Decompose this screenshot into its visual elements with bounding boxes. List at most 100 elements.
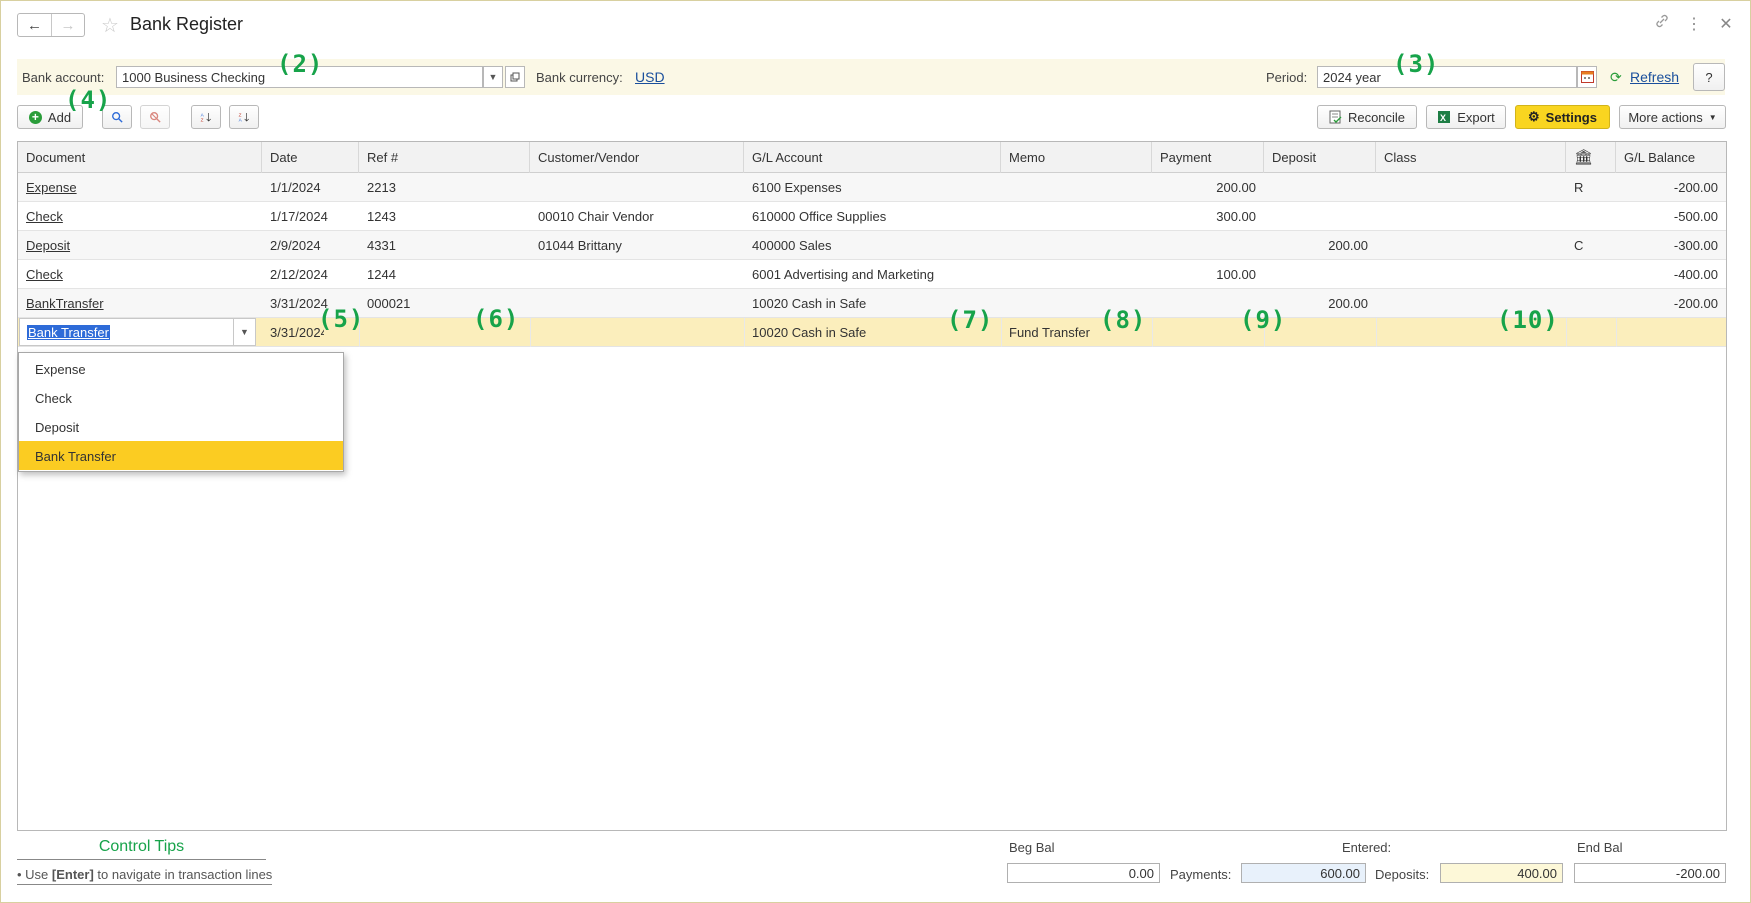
table-row[interactable]: Deposit 2/9/2024 4331 01044 Brittany 400… <box>18 231 1726 260</box>
sort-ascending-button[interactable]: AZ <box>191 105 221 129</box>
chevron-down-icon: ▼ <box>488 72 498 82</box>
reconcile-status-cell <box>1566 202 1616 231</box>
annotation-marker-6: (6) <box>473 305 520 333</box>
settings-button[interactable]: ⚙ Settings <box>1515 105 1610 129</box>
class-cell <box>1376 231 1566 260</box>
sort-descending-button[interactable]: ZA <box>229 105 259 129</box>
close-icon[interactable]: ✕ <box>1718 14 1734 34</box>
dropdown-option-bank-transfer[interactable]: Bank Transfer <box>19 441 343 470</box>
customer-cell <box>530 289 744 318</box>
more-options-icon[interactable]: ⋮ <box>1686 14 1702 34</box>
help-button[interactable]: ? <box>1693 63 1725 91</box>
chevron-down-icon: ▼ <box>240 327 249 337</box>
document-link[interactable]: Check <box>18 202 262 231</box>
bank-register-window: ← → ☆ Bank Register ⋮ ✕ Bank account: 10… <box>0 0 1751 903</box>
active-edit-row[interactable]: Bank Transfer ▼ 3/31/2024 10020 Cash in … <box>18 318 1726 347</box>
payment-cell: 200.00 <box>1216 180 1256 195</box>
svg-text:A: A <box>201 112 205 117</box>
customer-cell: 00010 Chair Vendor <box>538 209 654 224</box>
beg-bal-label: Beg Bal <box>1009 840 1055 855</box>
favorite-star-icon[interactable]: ☆ <box>101 13 119 38</box>
tips-suffix: to navigate in transaction lines <box>93 867 273 882</box>
document-link[interactable]: Expense <box>18 173 262 202</box>
deposit-cell: 200.00 <box>1328 238 1368 253</box>
forward-button[interactable]: → <box>51 14 84 36</box>
header-gl-account[interactable]: G/L Account <box>744 142 1001 173</box>
table-row[interactable]: Check 2/12/2024 1244 6001 Advertising an… <box>18 260 1726 289</box>
customer-cell <box>530 260 744 289</box>
date-cell: 1/1/2024 <box>270 180 321 195</box>
gear-icon: ⚙ <box>1528 109 1540 124</box>
gl-balance-cell: -200.00 <box>1673 296 1718 311</box>
annotation-marker-5: (5) <box>318 305 365 333</box>
add-plus-icon: + <box>28 110 42 124</box>
memo-cell <box>1001 231 1152 260</box>
reconcile-status-cell: C <box>1574 238 1584 253</box>
bank-currency-link[interactable]: USD <box>635 69 665 85</box>
gl-account-cell: 6001 Advertising and Marketing <box>752 267 935 282</box>
header-document[interactable]: Document <box>18 142 262 173</box>
date-cell: 1/17/2024 <box>270 209 328 224</box>
reconcile-button[interactable]: Reconcile <box>1317 105 1417 129</box>
document-link[interactable]: Check <box>18 260 262 289</box>
chevron-down-icon: ▼ <box>1708 112 1717 122</box>
table-row[interactable]: BankTransfer 3/31/2024 000021 10020 Cash… <box>18 289 1726 318</box>
header-customer-vendor[interactable]: Customer/Vendor <box>530 142 744 173</box>
payment-cell: 100.00 <box>1216 267 1256 282</box>
refresh-link[interactable]: Refresh <box>1630 69 1679 85</box>
header-date[interactable]: Date <box>262 142 359 173</box>
header-ref[interactable]: Ref # <box>359 142 530 173</box>
header-payment[interactable]: Payment <box>1152 142 1264 173</box>
document-link[interactable]: Deposit <box>18 231 262 260</box>
deposit-cell <box>1264 202 1376 231</box>
reconcile-icon <box>1329 110 1342 124</box>
document-type-selected-text[interactable]: Bank Transfer <box>27 325 110 340</box>
date-cell[interactable]: 3/31/2024 <box>262 318 324 347</box>
export-button[interactable]: X Export <box>1426 105 1506 129</box>
reconcile-status-cell <box>1566 260 1616 289</box>
dropdown-option-deposit[interactable]: Deposit <box>19 412 343 441</box>
reconcile-status-cell[interactable] <box>1566 318 1616 347</box>
gl-balance-cell: -300.00 <box>1673 238 1718 253</box>
document-type-dropdown-button[interactable]: ▼ <box>233 319 255 345</box>
dropdown-option-check[interactable]: Check <box>19 383 343 412</box>
ref-cell: 1244 <box>367 267 396 282</box>
ref-cell: 1243 <box>367 209 396 224</box>
header-deposit[interactable]: Deposit <box>1264 142 1376 173</box>
gl-balance-cell: -400.00 <box>1673 267 1718 282</box>
more-actions-label: More actions <box>1628 109 1703 125</box>
settings-button-label: Settings <box>1545 109 1597 125</box>
period-field[interactable]: 2024 year <box>1317 66 1577 88</box>
dropdown-option-expense[interactable]: Expense <box>19 354 343 383</box>
back-button[interactable]: ← <box>18 14 51 36</box>
clear-search-button[interactable] <box>140 105 170 129</box>
payment-cell <box>1152 231 1264 260</box>
customer-cell[interactable] <box>530 318 744 347</box>
ref-cell: 4331 <box>367 238 396 253</box>
refresh-icon: ⟳ <box>1610 69 1622 85</box>
document-link[interactable]: BankTransfer <box>18 289 262 318</box>
gl-account-cell: 6100 Expenses <box>752 180 842 195</box>
header-class[interactable]: Class <box>1376 142 1566 173</box>
reconcile-status-cell <box>1566 289 1616 318</box>
calendar-button[interactable] <box>1577 66 1597 88</box>
table-row[interactable]: Expense 1/1/2024 2213 6100 Expenses 200.… <box>18 173 1726 202</box>
bank-icon[interactable]: 🏛 <box>1566 142 1616 173</box>
header-gl-balance[interactable]: G/L Balance <box>1616 142 1726 173</box>
link-icon[interactable] <box>1654 14 1670 34</box>
end-bal-field: -200.00 <box>1574 863 1726 883</box>
header-memo[interactable]: Memo <box>1001 142 1152 173</box>
bank-account-open-button[interactable] <box>505 66 525 88</box>
annotation-marker-10: (10) <box>1497 306 1559 334</box>
ref-cell: 2213 <box>367 180 396 195</box>
table-row[interactable]: Check 1/17/2024 1243 00010 Chair Vendor … <box>18 202 1726 231</box>
svg-text:Z: Z <box>201 118 204 123</box>
more-actions-button[interactable]: More actions ▼ <box>1619 105 1726 129</box>
tips-prefix: • Use <box>17 867 52 882</box>
gl-balance-cell: -500.00 <box>1673 209 1718 224</box>
control-tips-title: Control Tips <box>17 838 266 860</box>
bank-account-dropdown-button[interactable]: ▼ <box>483 66 503 88</box>
date-cell: 2/9/2024 <box>270 238 321 253</box>
document-type-editor[interactable]: Bank Transfer ▼ <box>19 318 256 346</box>
payment-cell: 300.00 <box>1216 209 1256 224</box>
